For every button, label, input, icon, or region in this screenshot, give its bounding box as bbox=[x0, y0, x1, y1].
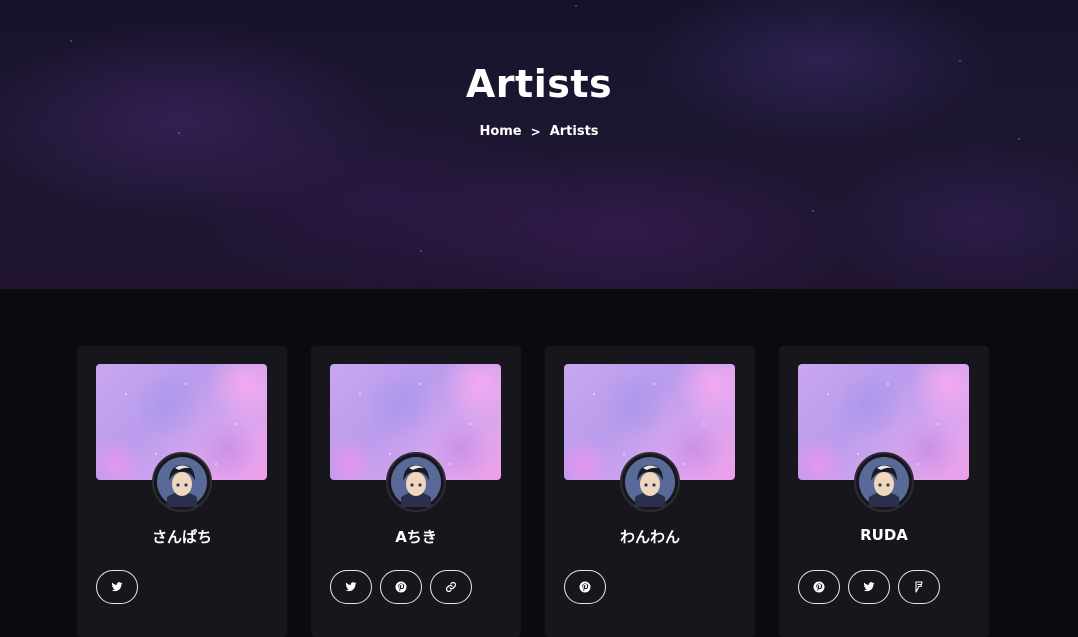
link-icon bbox=[445, 581, 457, 593]
page-hero: Artists Home > Artists bbox=[0, 0, 1078, 289]
artist-card[interactable]: さんぱち bbox=[77, 346, 287, 637]
foursquare-icon bbox=[915, 581, 923, 593]
pinterest-link-button[interactable] bbox=[798, 570, 840, 604]
avatar-image bbox=[391, 457, 441, 507]
artist-avatar[interactable] bbox=[386, 452, 446, 512]
twitter-icon bbox=[345, 582, 357, 592]
twitter-icon bbox=[863, 582, 875, 592]
artist-social-links bbox=[564, 570, 606, 604]
artist-grid: さんぱち Aちき わんわん RUDA bbox=[77, 346, 989, 637]
breadcrumb-current: Artists bbox=[549, 124, 599, 139]
avatar-image bbox=[157, 457, 207, 507]
artist-card[interactable]: Aちき bbox=[311, 346, 521, 637]
breadcrumb: Home > Artists bbox=[0, 124, 1078, 139]
artist-name[interactable]: わんわん bbox=[545, 526, 755, 547]
website-link-button[interactable] bbox=[430, 570, 472, 604]
avatar-image bbox=[859, 457, 909, 507]
pinterest-link-button[interactable] bbox=[564, 570, 606, 604]
twitter-link-button[interactable] bbox=[330, 570, 372, 604]
artist-avatar[interactable] bbox=[152, 452, 212, 512]
pinterest-link-button[interactable] bbox=[380, 570, 422, 604]
artist-social-links bbox=[798, 570, 940, 604]
artist-card[interactable]: RUDA bbox=[779, 346, 989, 637]
artist-name[interactable]: Aちき bbox=[311, 526, 521, 547]
page-title: Artists bbox=[465, 62, 613, 106]
twitter-link-button[interactable] bbox=[96, 570, 138, 604]
breadcrumb-separator: > bbox=[530, 124, 541, 139]
foursquare-link-button[interactable] bbox=[898, 570, 940, 604]
artist-card[interactable]: わんわん bbox=[545, 346, 755, 637]
pinterest-icon bbox=[579, 581, 591, 593]
artist-social-links bbox=[330, 570, 472, 604]
breadcrumb-home-link[interactable]: Home bbox=[479, 124, 521, 139]
artist-name[interactable]: さんぱち bbox=[77, 526, 287, 547]
artist-name[interactable]: RUDA bbox=[779, 526, 989, 544]
twitter-link-button[interactable] bbox=[848, 570, 890, 604]
artist-avatar[interactable] bbox=[854, 452, 914, 512]
artist-avatar[interactable] bbox=[620, 452, 680, 512]
pinterest-icon bbox=[813, 581, 825, 593]
avatar-image bbox=[625, 457, 675, 507]
artist-social-links bbox=[96, 570, 138, 604]
pinterest-icon bbox=[395, 581, 407, 593]
twitter-icon bbox=[111, 582, 123, 592]
